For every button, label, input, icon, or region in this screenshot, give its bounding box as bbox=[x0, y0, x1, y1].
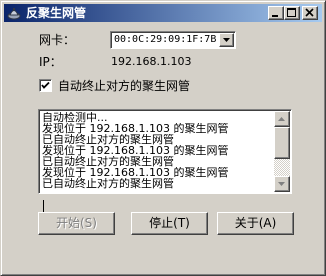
stop-button[interactable]: 停止(T) bbox=[131, 212, 208, 235]
checkmark-icon bbox=[41, 81, 50, 89]
title-bar[interactable]: 反聚生网管 bbox=[4, 4, 322, 22]
log-line: 发现位于 192.168.1.103 的聚生网管 bbox=[42, 123, 229, 134]
chevron-down-icon bbox=[223, 38, 230, 42]
scroll-up-button[interactable] bbox=[274, 111, 290, 127]
close-button[interactable] bbox=[302, 6, 318, 20]
auto-kill-label[interactable]: 自动终止对方的聚生网管 bbox=[58, 79, 190, 93]
log-line: 发现位于 192.168.1.103 的聚生网管 bbox=[42, 145, 229, 156]
scroll-thumb[interactable] bbox=[274, 127, 290, 159]
log-lines: 自动检测中... 发现位于 192.168.1.103 的聚生网管 已自动终止对… bbox=[42, 112, 270, 189]
text-caret bbox=[43, 200, 44, 212]
window-title: 反聚生网管 bbox=[26, 6, 87, 20]
arrow-up-icon bbox=[278, 117, 285, 121]
app-window: 反聚生网管 网卡： 00:0C:29:09:1F:7B IP： 192.168.… bbox=[0, 0, 326, 276]
log-line: 发现位于 192.168.1.103 的聚生网管 bbox=[42, 167, 229, 178]
ip-label: IP： bbox=[39, 55, 62, 69]
nic-select-value: 00:0C:29:09:1F:7B bbox=[114, 34, 217, 45]
log-scrollbar[interactable] bbox=[274, 111, 290, 192]
app-icon bbox=[6, 5, 22, 21]
ip-value: 192.168.1.103 bbox=[111, 55, 192, 68]
arrow-down-icon bbox=[278, 182, 285, 186]
log-line: 已自动终止对方的聚生网管 bbox=[42, 156, 174, 167]
close-icon bbox=[305, 8, 314, 17]
scroll-down-button[interactable] bbox=[274, 176, 290, 192]
log-textarea[interactable]: 自动检测中... 发现位于 192.168.1.103 的聚生网管 已自动终止对… bbox=[38, 109, 292, 212]
minimize-icon bbox=[272, 15, 278, 17]
nic-label: 网卡： bbox=[39, 33, 76, 47]
log-line: 已自动终止对方的聚生网管 bbox=[42, 178, 174, 189]
about-button[interactable]: 关于(A) bbox=[217, 212, 294, 235]
nic-dropdown-button[interactable] bbox=[219, 33, 234, 47]
auto-kill-checkbox[interactable] bbox=[39, 79, 52, 92]
minimize-button[interactable] bbox=[268, 6, 284, 20]
nic-select[interactable]: 00:0C:29:09:1F:7B bbox=[110, 31, 236, 49]
maximize-button[interactable] bbox=[284, 6, 300, 20]
start-button[interactable]: 开始(S) bbox=[38, 212, 115, 235]
log-line: 自动检测中... bbox=[42, 112, 108, 123]
log-line: 已自动终止对方的聚生网管 bbox=[42, 134, 174, 145]
maximize-icon bbox=[287, 8, 296, 17]
